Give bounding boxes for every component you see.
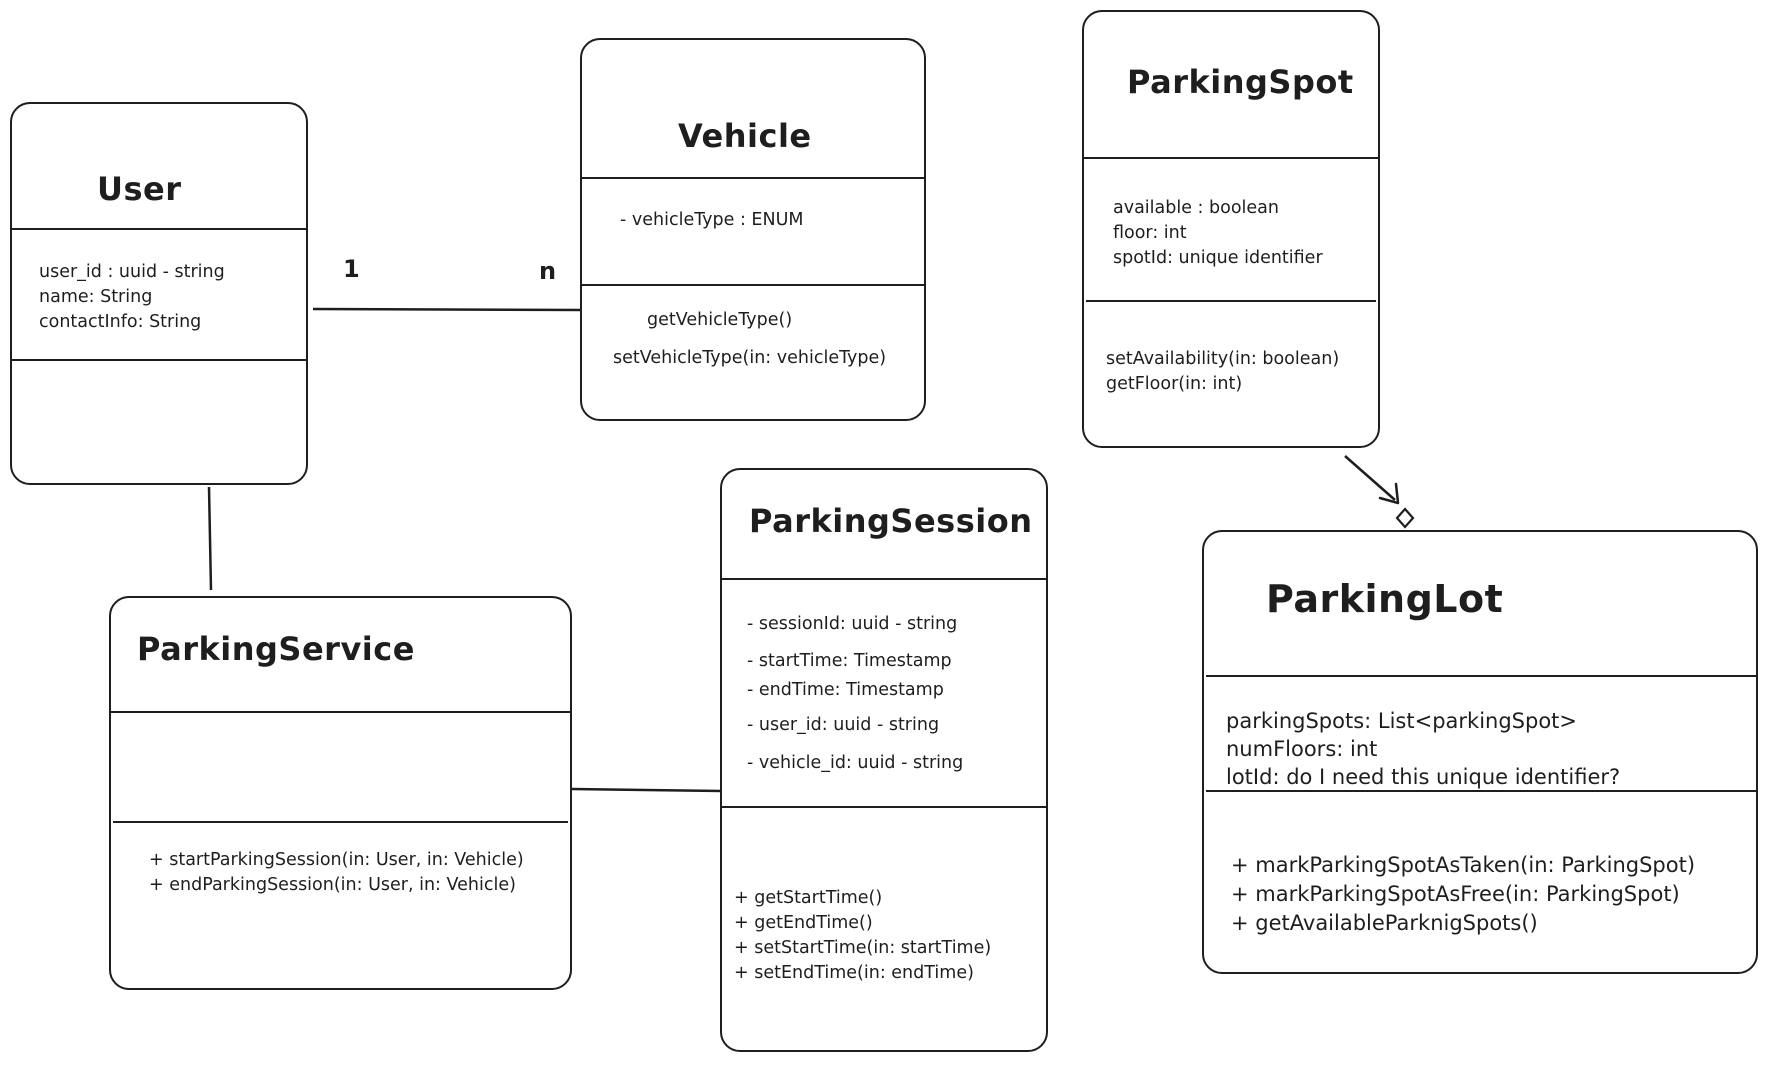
user-class-title: User (97, 170, 182, 208)
parkingspot-divider-top (1084, 157, 1380, 159)
aggregation-diamond (1395, 507, 1415, 529)
parkingsession-attr-4: - user_id: uuid - string (747, 715, 940, 735)
parkingsession-class-title: ParkingSession (749, 502, 1033, 540)
parkinglot-divider-bottom (1206, 790, 1756, 792)
parkingsession-method-1: + getStartTime() (734, 888, 883, 908)
user-vehicle-association (312, 307, 583, 312)
parkingspot-method-1: setAvailability(in: boolean) (1106, 349, 1340, 369)
parkingspot-method-2: getFloor(in: int) (1106, 374, 1243, 394)
vehicle-divider-bottom (582, 284, 924, 286)
parkingservice-method-1: + startParkingSession(in: User, in: Vehi… (149, 850, 524, 870)
parkingsession-method-4: + setEndTime(in: endTime) (734, 963, 974, 983)
multiplicity-one: 1 (343, 255, 360, 283)
user-service-association (207, 486, 213, 591)
parkingservice-method-2: + endParkingSession(in: User, in: Vehicl… (149, 875, 516, 895)
user-attr-1: user_id : uuid - string (39, 262, 225, 282)
parkingsession-divider-top (722, 578, 1046, 580)
vehicle-class-title: Vehicle (678, 117, 812, 155)
parkingspot-class-title: ParkingSpot (1127, 63, 1354, 101)
parkingspot-attr-3: spotId: unique identifier (1113, 248, 1323, 268)
parkinglot-attr-2: numFloors: int (1226, 737, 1378, 761)
vehicle-divider-top (582, 177, 924, 179)
parkingsession-attr-1: - sessionId: uuid - string (747, 614, 958, 634)
service-session-association (571, 787, 723, 793)
parkingservice-divider-bottom (113, 821, 568, 823)
parkinglot-method-3: + getAvailableParknigSpots() (1231, 911, 1538, 935)
parkingsession-method-2: + getEndTime() (734, 913, 873, 933)
parkingservice-class-title: ParkingService (137, 630, 415, 668)
spot-lot-aggregation-line (1344, 455, 1396, 501)
parkingsession-attr-5: - vehicle_id: uuid - string (747, 753, 964, 773)
parkinglot-method-2: + markParkingSpotAsFree(in: ParkingSpot) (1231, 882, 1680, 906)
parkinglot-attr-1: parkingSpots: List<parkingSpot> (1226, 709, 1578, 733)
uml-diagram-canvas: 1 n User user_id : uuid - string name: S… (0, 0, 1767, 1074)
user-divider-top (12, 228, 306, 230)
vehicle-attr-1: - vehicleType : ENUM (620, 210, 804, 230)
parkingspot-attr-2: floor: int (1113, 223, 1187, 243)
parkingsession-divider-bottom (722, 806, 1046, 808)
parkinglot-class-title: ParkingLot (1266, 577, 1504, 621)
user-divider-bottom (12, 359, 306, 361)
parkinglot-divider-top (1206, 675, 1756, 677)
parkinglot-attr-3: lotId: do I need this unique identifier? (1226, 765, 1621, 789)
parkingservice-divider-top (111, 711, 570, 713)
parkingsession-attr-3: - endTime: Timestamp (747, 680, 944, 700)
multiplicity-many: n (539, 257, 557, 285)
spot-lot-arrowhead (1378, 482, 1400, 505)
parkinglot-method-1: + markParkingSpotAsTaken(in: ParkingSpot… (1231, 853, 1696, 877)
parkingsession-method-3: + setStartTime(in: startTime) (734, 938, 992, 958)
user-attr-3: contactInfo: String (39, 312, 202, 332)
vehicle-method-1: getVehicleType() (647, 310, 793, 330)
user-attr-2: name: String (39, 287, 153, 307)
parkingsession-attr-2: - startTime: Timestamp (747, 651, 952, 671)
parkingspot-divider-bottom (1086, 300, 1376, 302)
vehicle-method-2: setVehicleType(in: vehicleType) (613, 348, 887, 368)
parkingspot-attr-1: available : boolean (1113, 198, 1279, 218)
